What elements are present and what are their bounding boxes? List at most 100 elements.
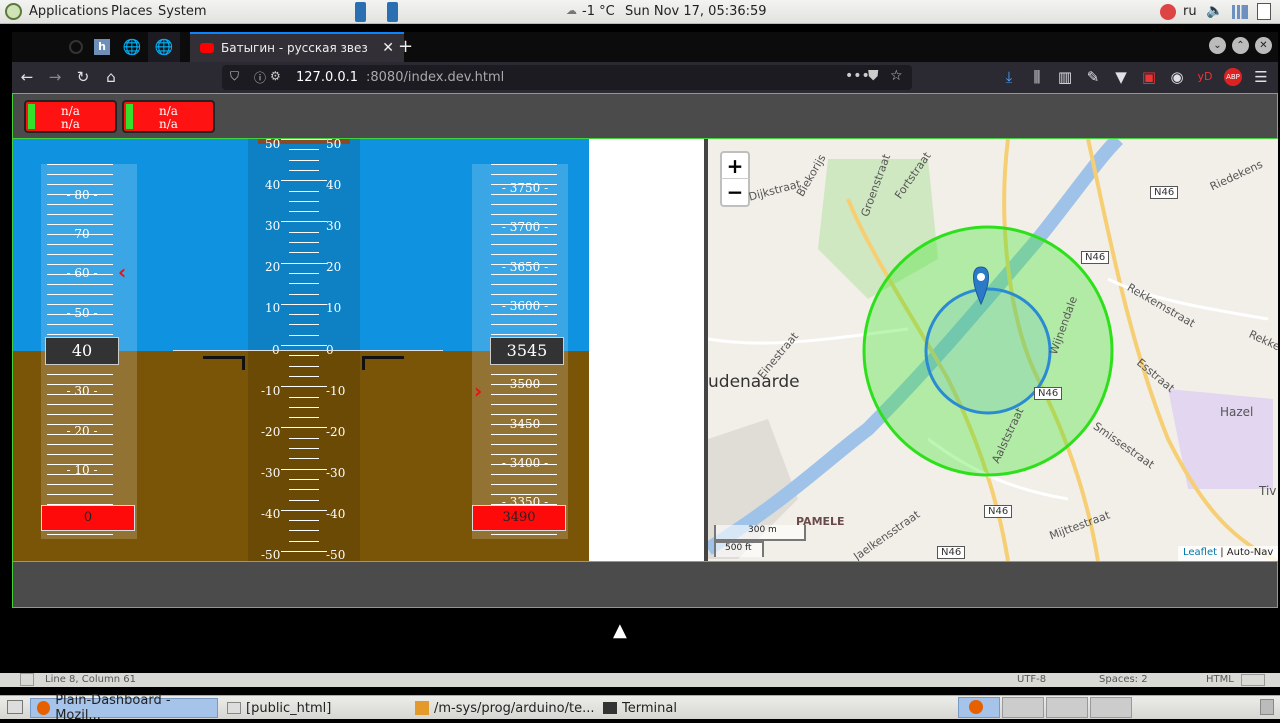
clock[interactable]: Sun Nov 17, 05:36:59 <box>625 4 767 19</box>
url-bar[interactable]: ⛉ ⓘ ⚙ 127.0.0.1 :8080/index.dev.html •••… <box>222 65 912 90</box>
trash-icon[interactable] <box>1260 699 1274 715</box>
zoom-out-button[interactable]: − <box>720 179 750 207</box>
pen-icon[interactable]: ✎ <box>1084 68 1102 86</box>
aircraft-wing-right <box>362 356 404 370</box>
tick-line <box>491 314 557 315</box>
page-actions-icon[interactable]: ••• <box>845 68 870 84</box>
new-tab-button[interactable]: + <box>398 36 413 57</box>
tick-line <box>491 274 557 275</box>
sidebar-icon[interactable]: ▥ <box>1056 68 1074 86</box>
flight-instruments: 50 40 30 20 10 0 -10 -20 -30 -40 -50 50 … <box>12 139 589 561</box>
tick-line <box>289 458 319 460</box>
editor-status-bar: Line 8, Column 61 UTF-8 Spaces: 2 HTML <box>0 673 1280 687</box>
volume-icon[interactable]: 🔈 <box>1206 3 1223 19</box>
phone-icon[interactable] <box>387 2 398 22</box>
indentation[interactable]: Spaces: 2 <box>1099 674 1148 685</box>
extension-globe-icon[interactable]: ◉ <box>1168 68 1186 86</box>
weather-temp[interactable]: -1 °C <box>582 4 615 19</box>
pitch-label: -20 <box>326 425 346 439</box>
tick-line <box>289 283 319 285</box>
syntax-language[interactable]: HTML <box>1206 674 1234 685</box>
tab-pinned[interactable]: 🌐 <box>116 32 148 62</box>
status-box-1[interactable]: n/a n/a <box>24 100 117 133</box>
zoom-in-button[interactable]: + <box>720 151 750 179</box>
home-button[interactable]: ⌂ <box>102 68 120 86</box>
workspace-3[interactable] <box>1046 697 1088 718</box>
tick-line <box>289 149 319 151</box>
shield-icon[interactable]: ⛉ <box>230 69 239 84</box>
scale-bar-imperial: 500 ft <box>714 541 764 557</box>
menu-applications[interactable]: Applications <box>29 4 108 19</box>
status-indicator <box>28 104 35 129</box>
reload-button[interactable]: ↻ <box>74 68 92 86</box>
minimize-window-button[interactable]: ⌄ <box>1209 37 1226 54</box>
taskbar-item[interactable]: Terminal <box>597 698 683 718</box>
leaflet-link[interactable]: Leaflet <box>1183 547 1217 558</box>
pocket-icon[interactable]: ⛊ <box>868 68 879 84</box>
taskbar-item[interactable]: [public_html] <box>221 698 337 718</box>
update-notifier-icon[interactable] <box>1160 4 1176 20</box>
editor-icon <box>415 701 429 715</box>
pitch-label: -20 <box>261 425 281 439</box>
pitch-label: 40 <box>326 178 342 192</box>
tick-line <box>491 214 557 215</box>
speed-target-box[interactable]: 0 <box>41 505 135 531</box>
adblock-icon[interactable]: ABP <box>1224 68 1242 86</box>
pitch-label: 10 <box>326 301 342 315</box>
library-icon[interactable]: ⫼ <box>1028 68 1046 86</box>
tick-line <box>491 324 557 325</box>
network-icon[interactable] <box>1232 5 1248 19</box>
distro-logo-icon[interactable] <box>5 3 22 20</box>
pitch-label: 40 <box>265 178 281 192</box>
weather-icon: ☁ <box>566 4 577 17</box>
show-desktop-icon[interactable] <box>7 700 23 714</box>
cursor-position[interactable]: Line 8, Column 61 <box>45 674 136 685</box>
back-button[interactable]: ← <box>18 68 36 86</box>
tab-active[interactable]: Батыгин - русская звез ✕ <box>190 32 404 62</box>
close-tab-icon[interactable]: ✕ <box>382 40 394 56</box>
forward-button[interactable]: → <box>46 68 64 86</box>
pitch-label: -10 <box>261 384 281 398</box>
tick-line <box>281 468 327 470</box>
workspace-4[interactable] <box>1090 697 1132 718</box>
menu-hamburger-icon[interactable]: ☰ <box>1252 68 1270 86</box>
close-window-button[interactable]: ✕ <box>1255 37 1272 54</box>
info-icon[interactable]: ⓘ <box>254 69 266 86</box>
terminal-toggle-icon[interactable] <box>20 673 34 686</box>
phone-icon[interactable] <box>355 2 366 22</box>
browser-tab-strip: h 🌐 🌐 Батыгин - русская звез ✕ + ⌄ ⌃ ✕ <box>12 32 1278 62</box>
road-shield: N46 <box>1150 186 1179 199</box>
status-box-2[interactable]: n/a n/a <box>122 100 215 133</box>
panel-toggle-icon[interactable] <box>1241 674 1265 686</box>
altitude-tape-label: - 3450 - <box>501 417 549 431</box>
document-icon[interactable] <box>1257 3 1271 20</box>
downloads-icon[interactable]: ⤓ <box>1000 68 1018 86</box>
filter-icon[interactable]: ▼ <box>1112 68 1130 86</box>
taskbar-item[interactable]: Plain-Dashboard - Mozil... <box>30 693 218 723</box>
yandex-icon[interactable]: yD <box>1196 68 1214 86</box>
maximize-window-button[interactable]: ⌃ <box>1232 37 1249 54</box>
permissions-icon[interactable]: ⚙ <box>270 69 281 83</box>
extension-red-icon[interactable]: ▣ <box>1140 68 1158 86</box>
speed-tape-label: - 80 - <box>66 188 98 202</box>
workspace-2[interactable] <box>1002 697 1044 718</box>
map-view[interactable]: + − udenaarde PAMELE Fortstraat Groenstr… <box>704 139 1278 561</box>
tick-line <box>47 214 113 215</box>
tick-line <box>47 444 113 445</box>
tick-line <box>491 434 557 435</box>
tick-line <box>491 474 557 475</box>
tick-line <box>47 294 113 295</box>
menu-places[interactable]: Places <box>111 4 152 19</box>
tick-line <box>289 324 319 326</box>
bookmark-star-icon[interactable]: ☆ <box>890 68 903 84</box>
file-encoding[interactable]: UTF-8 <box>1017 674 1046 685</box>
tab-pinned[interactable]: 🌐 <box>148 32 180 62</box>
altitude-target-box[interactable]: 3490 <box>472 505 566 531</box>
road-shield: N46 <box>1081 251 1110 264</box>
tab-pinned[interactable]: h <box>86 32 118 62</box>
map-attribution: Leaflet | Auto-Nav <box>1178 546 1278 561</box>
menu-system[interactable]: System <box>158 4 206 19</box>
folder-icon <box>227 702 241 714</box>
keyboard-layout[interactable]: ru <box>1183 4 1197 19</box>
taskbar-item[interactable]: /m-sys/prog/arduino/te... <box>409 698 601 718</box>
